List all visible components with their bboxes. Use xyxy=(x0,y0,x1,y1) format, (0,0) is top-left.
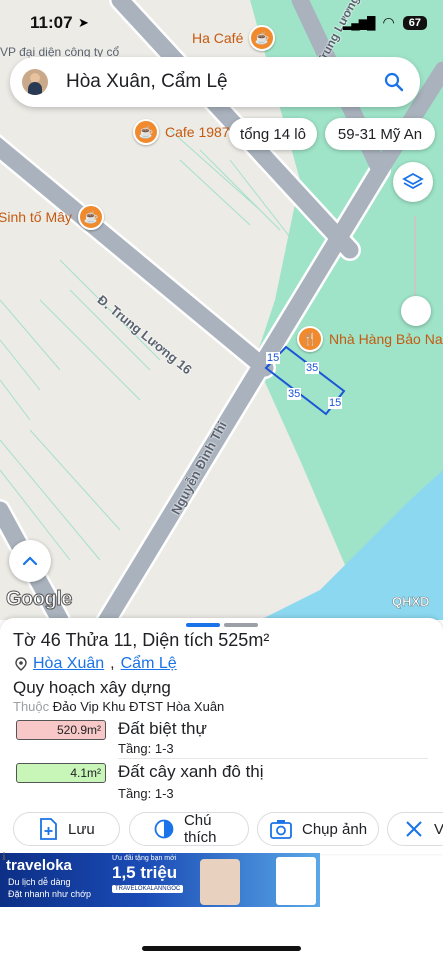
belongs-value: Đảo Vip Khu ĐTST Hòa Xuân xyxy=(52,699,225,714)
zone-area-badge: 4.1m² xyxy=(16,763,106,783)
sheet-handle-active[interactable] xyxy=(186,623,220,627)
parcel-info-sheet: Tờ 46 Thửa 11, Diện tích 525m² Hòa Xuân,… xyxy=(0,618,443,854)
poi-cafe-1987[interactable]: ☕ Cafe 1987 xyxy=(133,119,230,145)
signal-icon: ▂▄▆█ xyxy=(343,15,375,30)
screenshot-button[interactable]: Chụp ảnh xyxy=(257,812,379,846)
measure-button[interactable]: V xyxy=(387,812,443,846)
contrast-icon xyxy=(154,819,174,839)
parcel-edge-label: 35 xyxy=(305,362,320,374)
ad-promo-top: Ưu đãi tặng bạn mới xyxy=(112,855,177,862)
search-bar[interactable]: Hòa Xuân, Cẩm Lệ xyxy=(10,57,420,107)
layers-button[interactable] xyxy=(393,162,433,202)
status-time: 11:07 xyxy=(30,13,73,32)
poi-sinh-to-may-label: Sinh tố Mây xyxy=(0,209,72,225)
poi-cafe-1987-label: Cafe 1987 xyxy=(165,124,230,140)
zone-divider xyxy=(118,758,428,759)
location-arrow-icon: ➤ xyxy=(78,15,89,30)
legend-button[interactable]: Chú thích xyxy=(129,812,249,846)
cafe-icon: ☕ xyxy=(77,204,104,230)
avatar[interactable] xyxy=(22,69,48,95)
ad-tagline-1: Du lịch dễ dàng xyxy=(8,877,71,887)
save-button[interactable]: Lưu xyxy=(13,812,120,846)
ruler-pencil-icon xyxy=(406,821,422,837)
zone-floors: Tầng: 1-3 xyxy=(118,786,174,801)
camera-icon xyxy=(270,820,292,839)
poi-sinh-to-may[interactable]: Sinh tố Mây ☕ xyxy=(0,204,104,230)
parcel-title: Tờ 46 Thửa 11, Diện tích 525m² xyxy=(13,630,270,650)
battery-indicator: 67 xyxy=(402,15,427,30)
wifi-icon: ◠ xyxy=(382,14,395,30)
location-separator: , xyxy=(110,655,115,672)
ad-brand: traveloka xyxy=(6,857,72,874)
zone-area-badge: 520.9m² xyxy=(16,720,106,740)
sheet-handle[interactable] xyxy=(224,623,258,627)
chip-total-lots[interactable]: tổng 14 lô xyxy=(229,118,317,150)
poi-nha-hang-bao-na[interactable]: 🍴 Nhà Hàng Bảo Na xyxy=(297,326,443,352)
ad-banner[interactable]: traveloka Du lịch dễ dàng Đặt nhanh như … xyxy=(0,853,320,907)
screenshot-button-label: Chụp ảnh xyxy=(302,820,368,838)
status-bar: 11:07 ➤ ▂▄▆█ ◠ 67 xyxy=(0,0,443,48)
belongs-prefix: Thuộc xyxy=(13,699,50,714)
opacity-slider-track[interactable] xyxy=(414,216,416,306)
expand-button[interactable] xyxy=(9,540,51,582)
save-button-label: Lưu xyxy=(68,820,95,838)
district-link[interactable]: Cẩm Lệ xyxy=(121,655,177,673)
qhxd-watermark: QHXD xyxy=(392,594,430,609)
ad-promo-code: TRAVELOKALANNGOC xyxy=(112,885,184,893)
home-indicator[interactable] xyxy=(142,946,301,951)
ad-model-image xyxy=(200,859,240,905)
ad-phone-image xyxy=(276,857,316,905)
layers-icon xyxy=(402,172,424,190)
zone-floors: Tầng: 1-3 xyxy=(118,741,174,756)
zone-type: Đất cây xanh đô thị xyxy=(118,762,264,781)
parcel-edge-label: 15 xyxy=(266,352,281,364)
ad-promo-amount: 1,5 triệu xyxy=(112,863,178,882)
parcel-location: Hòa Xuân, Cẩm Lệ xyxy=(15,655,177,673)
legend-button-label: Chú thích xyxy=(183,812,217,846)
poi-nha-hang-label: Nhà Hàng Bảo Na xyxy=(329,331,443,347)
ad-tagline-2: Đặt nhanh như chớp xyxy=(8,889,91,899)
parcel-edge-label: 15 xyxy=(328,397,343,409)
measure-button-label: V xyxy=(434,820,443,838)
parcel-edge-label: 35 xyxy=(287,388,302,400)
belongs-to: Thuộc Đảo Vip Khu ĐTST Hòa Xuân xyxy=(13,699,224,714)
cafe-icon: ☕ xyxy=(133,119,159,145)
restaurant-icon: 🍴 xyxy=(297,326,323,352)
add-document-icon xyxy=(40,818,57,840)
opacity-slider-knob[interactable] xyxy=(401,296,431,326)
location-pin-icon xyxy=(15,657,27,671)
google-attribution: Google xyxy=(6,588,73,611)
zone-type: Đất biệt thự xyxy=(118,719,207,738)
ward-link[interactable]: Hòa Xuân xyxy=(33,655,104,673)
search-icon[interactable] xyxy=(374,62,414,102)
chevron-up-icon xyxy=(22,556,38,566)
chip-address[interactable]: 59-31 Mỹ An xyxy=(325,118,435,150)
ad-info-icon[interactable]: ℹ xyxy=(2,852,6,863)
plan-title: Quy hoạch xây dựng xyxy=(13,678,171,697)
search-query[interactable]: Hòa Xuân, Cẩm Lệ xyxy=(66,71,374,93)
